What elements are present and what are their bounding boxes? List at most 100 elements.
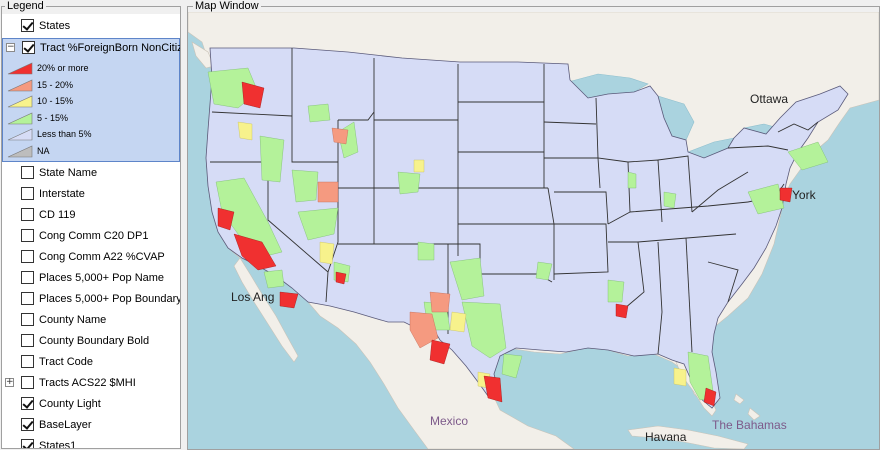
tract-cluster	[291, 169, 319, 203]
layer-item-tract-code[interactable]: Tract Code	[2, 351, 180, 372]
tract-cluster	[263, 269, 285, 289]
layer-checkbox-interstate[interactable]	[21, 187, 34, 200]
tract-cluster	[429, 291, 451, 313]
layer-checkbox-tracts-mhi[interactable]	[21, 376, 34, 389]
application: Legend States − Tract %ForeignBorn NonCi…	[0, 0, 880, 450]
layer-checkbox-county-boundary-bold[interactable]	[21, 334, 34, 347]
class-swatch-label: Less than 5%	[37, 129, 92, 139]
map-label-ottawa: Ottawa	[750, 92, 789, 106]
map-canvas[interactable]: Ottawa York Los Ang Mexico Havana The Ba…	[188, 12, 879, 449]
layer-checkbox-state-name[interactable]	[21, 166, 34, 179]
layer-label: Tracts ACS22 $MHI	[39, 376, 136, 389]
tract-cluster	[307, 103, 331, 123]
class-swatch-row: 20% or more	[3, 61, 179, 76]
expand-icon[interactable]: +	[5, 378, 14, 387]
layer-item-states[interactable]: States	[2, 15, 180, 36]
tract-cluster	[627, 171, 637, 189]
layer-checkbox-states1[interactable]	[21, 439, 34, 448]
class-swatch-label: 10 - 15%	[37, 96, 74, 106]
class-swatch-label: 15 - 20%	[37, 79, 74, 90]
class-swatch-label: NA	[37, 145, 50, 156]
class-swatch-row: 10 - 15%	[3, 94, 179, 109]
tract-cluster	[335, 271, 347, 285]
tract-cluster	[317, 181, 339, 203]
layer-label: States	[39, 19, 71, 32]
layer-item-tracts-mhi[interactable]: + Tracts ACS22 $MHI	[2, 372, 180, 393]
layer-item-baselayer[interactable]: BaseLayer	[2, 414, 180, 435]
tract-cluster	[259, 135, 285, 183]
layer-label: Cong Comm C20 DP1	[39, 229, 149, 242]
layer-checkbox-states[interactable]	[21, 19, 34, 32]
tract-cluster	[663, 191, 677, 209]
map-window: Map Window Ottawa York Los Ang Mexico Ha…	[185, 0, 880, 450]
class-swatch-label: 20% or more	[37, 63, 89, 73]
layer-item-cong-comm-c20[interactable]: Cong Comm C20 DP1	[2, 225, 180, 246]
map-label-havana: Havana	[645, 430, 687, 444]
tract-cluster	[417, 241, 435, 261]
map-window-title: Map Window	[193, 0, 261, 12]
tract-cluster	[331, 127, 349, 145]
class-swatch-icon	[7, 62, 33, 75]
layer-label: BaseLayer	[39, 418, 92, 431]
layer-group-tract-foreign-born[interactable]: − Tract %ForeignBorn NonCitize 20% or mo…	[2, 38, 180, 162]
layer-item-county-boundary-bold[interactable]: County Boundary Bold	[2, 330, 180, 351]
layer-label: Tract Code	[39, 355, 94, 368]
tract-cluster	[413, 159, 425, 173]
layer-label: Places 5,000+ Pop Name	[39, 271, 165, 284]
layer-checkbox-county-light[interactable]	[21, 397, 34, 410]
map-svg	[188, 12, 879, 449]
class-swatch-row: 15 - 20%	[3, 78, 179, 93]
layer-checkbox-baselayer[interactable]	[21, 418, 34, 431]
legend-title: Legend	[5, 0, 46, 12]
layer-item-tract-foreign-born[interactable]: − Tract %ForeignBorn NonCitize	[3, 37, 180, 58]
layer-item-county-name[interactable]: County Name	[2, 309, 180, 330]
tract-cluster	[237, 121, 253, 141]
map-label-bahamas: The Bahamas	[712, 418, 787, 432]
tract-cluster	[397, 171, 421, 195]
class-swatch-icon	[7, 128, 33, 141]
map-label-los-angeles: Los Ang	[231, 290, 275, 304]
class-swatch-icon	[7, 95, 33, 108]
layer-checkbox-cd-119[interactable]	[21, 208, 34, 221]
class-swatch-icon	[7, 112, 33, 124]
tract-cluster	[673, 367, 687, 387]
legend-layer-list[interactable]: States − Tract %ForeignBorn NonCitize 20…	[2, 14, 180, 448]
tract-cluster	[607, 279, 625, 303]
layer-checkbox-tract-code[interactable]	[21, 355, 34, 368]
tract-cluster	[319, 241, 335, 265]
class-swatch-row: Less than 5%	[3, 127, 179, 142]
layer-checkbox-tract-foreign-born[interactable]	[22, 41, 35, 54]
layer-checkbox-places-boundary[interactable]	[21, 292, 34, 305]
class-swatch-icon	[7, 79, 33, 91]
tract-cluster	[449, 311, 467, 333]
map-label-new-york: York	[792, 188, 816, 202]
layer-checkbox-cong-comm-a22[interactable]	[21, 250, 34, 263]
layer-item-places-name[interactable]: Places 5,000+ Pop Name	[2, 267, 180, 288]
class-swatch-row: 5 - 15%	[3, 111, 179, 126]
layer-checkbox-places-name[interactable]	[21, 271, 34, 284]
layer-checkbox-cong-comm-c20[interactable]	[21, 229, 34, 242]
layer-item-states1[interactable]: States1	[2, 435, 180, 448]
layer-item-interstate[interactable]: Interstate	[2, 183, 180, 204]
class-swatch-row: NA	[3, 144, 179, 159]
layer-label: County Light	[39, 397, 101, 410]
layer-label: CD 119	[39, 208, 76, 221]
layer-item-cong-comm-a22[interactable]: Cong Comm A22 %CVAP	[2, 246, 180, 267]
tract-cluster	[615, 303, 629, 319]
class-swatch-label: 5 - 15%	[37, 112, 69, 123]
layer-item-state-name[interactable]: State Name	[2, 162, 180, 183]
tract-cluster	[501, 353, 523, 379]
layer-item-county-light[interactable]: County Light	[2, 393, 180, 414]
layer-label: Cong Comm A22 %CVAP	[39, 250, 165, 263]
layer-label: County Name	[39, 313, 107, 326]
layer-item-cd-119[interactable]: CD 119	[2, 204, 180, 225]
layer-label: County Boundary Bold	[39, 334, 150, 347]
layer-label: Tract %ForeignBorn NonCitize	[40, 41, 180, 54]
tract-cluster	[279, 291, 299, 309]
class-swatch-icon	[7, 145, 33, 157]
layer-item-places-boundary[interactable]: Places 5,000+ Pop Boundary	[2, 288, 180, 309]
map-label-mexico: Mexico	[430, 414, 469, 428]
layer-checkbox-county-name[interactable]	[21, 313, 34, 326]
layer-label: States1	[39, 439, 77, 449]
collapse-icon[interactable]: −	[6, 43, 15, 52]
